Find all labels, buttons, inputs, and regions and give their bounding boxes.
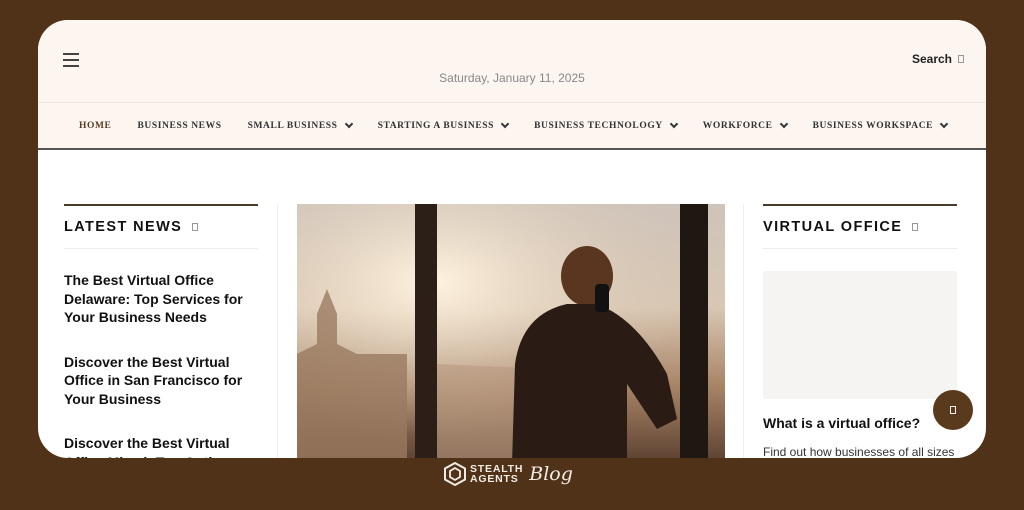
widget-title: LATEST NEWS bbox=[64, 206, 258, 249]
search-label: Search bbox=[911, 52, 952, 66]
hamburger-icon[interactable] bbox=[63, 53, 79, 67]
news-item[interactable]: Discover the Best Virtual Office in San … bbox=[64, 353, 258, 409]
man-on-phone-photo bbox=[297, 204, 725, 458]
nav-business-workspace[interactable]: BUSINESS WORKSPACE bbox=[812, 119, 949, 131]
office-icon bbox=[912, 223, 919, 231]
page-card: Saturday, January 11, 2025 Search HOME B… bbox=[38, 20, 986, 458]
nav-label: STARTING A BUSINESS bbox=[377, 120, 495, 131]
search-icon bbox=[958, 55, 964, 63]
nav-starting-a-business[interactable]: STARTING A BUSINESS bbox=[377, 119, 510, 131]
nav-business-news[interactable]: BUSINESS NEWS bbox=[137, 121, 221, 131]
chevron-down-icon bbox=[939, 119, 949, 128]
article-excerpt: Find out how businesses of all sizes bbox=[763, 445, 955, 458]
news-item[interactable]: The Best Virtual Office Delaware: Top Se… bbox=[64, 271, 258, 327]
logo-script: Blog bbox=[529, 463, 573, 485]
nav-label: BUSINESS TECHNOLOGY bbox=[534, 120, 663, 131]
nav-label: BUSINESS WORKSPACE bbox=[812, 120, 934, 131]
search-button[interactable]: Search bbox=[912, 52, 964, 66]
article-title[interactable]: What is a virtual office? bbox=[763, 415, 957, 431]
chat-button[interactable] bbox=[933, 390, 973, 430]
virtual-office-widget: VIRTUAL OFFICE What is a virtual office?… bbox=[763, 204, 957, 458]
news-item[interactable]: Discover the Best Virtual Office Miami: … bbox=[64, 434, 258, 458]
nav-small-business[interactable]: SMALL BUSINESS bbox=[247, 119, 353, 131]
stealth-agents-blog-logo: STEALTH AGENTS Blog bbox=[444, 462, 573, 486]
nav-label: WORKFORCE bbox=[702, 120, 773, 131]
hero-image[interactable] bbox=[297, 204, 725, 458]
column-divider bbox=[277, 204, 278, 458]
column-divider bbox=[743, 204, 744, 458]
current-date: Saturday, January 11, 2025 bbox=[439, 71, 585, 85]
widget-title-text: VIRTUAL OFFICE bbox=[763, 219, 903, 235]
logo-line2: AGENTS bbox=[470, 473, 519, 485]
chevron-down-icon bbox=[779, 119, 788, 128]
nav-business-technology[interactable]: BUSINESS TECHNOLOGY bbox=[534, 119, 679, 131]
header: Saturday, January 11, 2025 Search bbox=[38, 20, 986, 103]
chevron-down-icon bbox=[500, 119, 510, 128]
chat-icon bbox=[950, 406, 956, 414]
chevron-down-icon bbox=[669, 119, 679, 128]
chevron-down-icon bbox=[344, 119, 353, 128]
latest-news-widget: LATEST NEWS The Best Virtual Office Dela… bbox=[64, 204, 258, 458]
nav-label: BUSINESS NEWS bbox=[137, 120, 222, 131]
nav-label: SMALL BUSINESS bbox=[247, 120, 338, 131]
logo-hexagon-icon bbox=[444, 462, 466, 486]
nav-workforce[interactable]: WORKFORCE bbox=[702, 119, 788, 131]
article-thumbnail[interactable] bbox=[763, 271, 957, 399]
main-nav: HOME BUSINESS NEWS SMALL BUSINESS STARTI… bbox=[38, 103, 986, 150]
widget-title: VIRTUAL OFFICE bbox=[763, 206, 957, 249]
nav-label: HOME bbox=[79, 120, 112, 131]
widget-title-text: LATEST NEWS bbox=[64, 219, 183, 235]
news-icon bbox=[192, 223, 199, 231]
nav-home[interactable]: HOME bbox=[79, 121, 111, 131]
